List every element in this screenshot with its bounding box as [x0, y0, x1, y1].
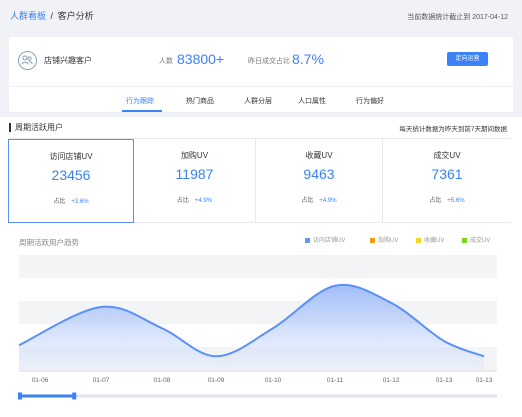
people-group-icon	[18, 51, 37, 70]
tab-demographics[interactable]: 人口属性	[298, 96, 326, 106]
tab-behavior-tracking[interactable]: 行为跟踪	[126, 96, 154, 106]
x-tick-label: 01-09	[208, 377, 225, 384]
data-updated-text: 当前数据统计截止到 2017-04-12	[407, 14, 508, 21]
breadcrumb: 人群看板 / 客户分析	[10, 9, 94, 22]
conversion-ratio-value: 8.7%	[292, 51, 324, 67]
top-bar: 人群看板 / 客户分析 当前数据统计截止到 2017-04-12	[0, 0, 522, 32]
breadcrumb-current: 客户分析	[57, 11, 94, 21]
tab-bar: 行为跟踪 热门商品 人群分层 人口属性 行为偏好	[9, 86, 513, 112]
data-zoom-slider[interactable]	[18, 392, 497, 400]
people-count-label: 人数	[159, 58, 173, 65]
x-tick-label: 01-10	[265, 377, 282, 384]
series-area-visit-uv	[19, 284, 484, 370]
x-tick-label: 01-13	[436, 377, 453, 384]
conversion-ratio-label: 昨日成交占比	[248, 58, 290, 65]
x-axis: 01-06 01-07 01-08 01-09 01-10 01-11 01-12 01-13…	[19, 370, 497, 384]
x-tick-label: 01-11	[327, 377, 344, 384]
x-tick-label: 01-08	[154, 377, 171, 384]
targeted-operation-button[interactable]: 定向运营	[447, 52, 488, 66]
breadcrumb-root-link[interactable]: 人群看板	[10, 11, 46, 21]
grid-band	[19, 255, 497, 278]
tab-crowd-layering[interactable]: 人群分层	[244, 96, 272, 106]
zoom-selection[interactable]	[19, 394, 75, 398]
shop-summary-card: 店铺兴趣客户 人数 83800+ 昨日成交占比 8.7% 定向运营 行为跟踪 热…	[9, 37, 513, 112]
zoom-track[interactable]	[19, 394, 497, 398]
trend-chart: 01-06 01-07 01-08 01-09 01-10 01-11 01-12 01-13…	[18, 255, 497, 400]
tab-hot-products[interactable]: 热门商品	[186, 96, 214, 106]
shop-segment-name: 店铺兴趣客户	[44, 56, 92, 65]
zoom-handle-end[interactable]	[72, 392, 77, 400]
x-tick-label: 01-06	[32, 377, 49, 384]
people-count-value: 83800+	[177, 51, 225, 67]
x-tick-label: 01-13	[476, 377, 493, 384]
breadcrumb-separator: /	[50, 11, 54, 21]
zoom-handle-start[interactable]	[18, 392, 22, 400]
x-tick-label: 01-12	[383, 377, 400, 384]
active-tab-indicator	[122, 110, 162, 112]
x-tick-label: 01-07	[93, 377, 110, 384]
weekly-active-users-card: 周期活跃用户 每天统计数据为昨天到前7天期间数据 访问店铺UV 23456 占比…	[0, 117, 522, 417]
tab-behavior-preference[interactable]: 行为偏好	[356, 96, 384, 106]
